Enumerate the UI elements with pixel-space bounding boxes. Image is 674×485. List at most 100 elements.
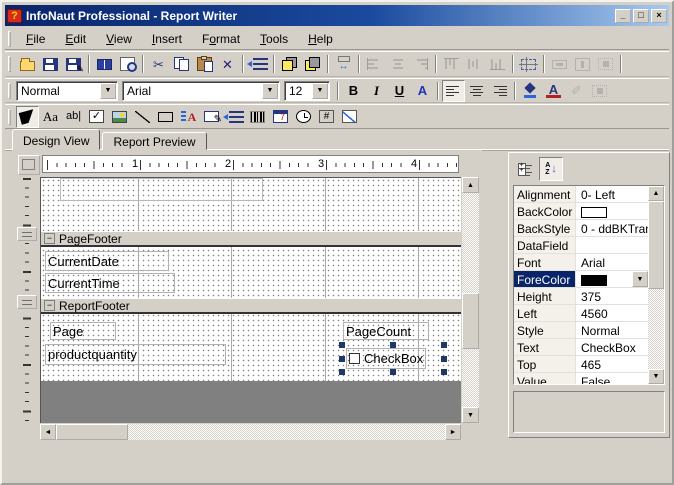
chart-tool-button[interactable] <box>338 106 361 128</box>
value-dropdown-button[interactable]: ▼ <box>632 271 648 287</box>
toolbar-grip[interactable] <box>8 82 11 99</box>
menu-item-tools[interactable]: Tools <box>250 30 298 48</box>
selection-handle[interactable] <box>339 355 345 362</box>
property-row-value[interactable]: Value False <box>514 373 648 384</box>
property-row-top[interactable]: Top 465 <box>514 356 648 373</box>
font-size-combo[interactable]: 12 ▼ <box>284 80 330 101</box>
align-text-left-button[interactable] <box>442 79 465 102</box>
property-row-alignment[interactable]: Alignment 0- Left <box>514 186 648 203</box>
horizontal-scrollbar-thumb[interactable] <box>56 424 128 440</box>
paste-button[interactable] <box>193 53 216 75</box>
menu-item-file[interactable]: File <box>16 30 55 48</box>
chevron-down-icon[interactable]: ▼ <box>312 82 328 99</box>
page-number-tool-button[interactable]: # <box>315 106 338 128</box>
label-tool-button[interactable]: Aa <box>39 106 62 128</box>
rectangle-tool-button[interactable] <box>154 106 177 128</box>
image-tool-button[interactable] <box>108 106 131 128</box>
barcode-tool-button[interactable] <box>246 106 269 128</box>
minimize-button[interactable]: _ <box>615 8 631 23</box>
checkbox-tool-button[interactable]: ✓ <box>85 106 108 128</box>
subreport-tool-button[interactable] <box>200 106 223 128</box>
scroll-down-button[interactable]: ▼ <box>462 407 479 423</box>
vertical-scrollbar-thumb[interactable] <box>462 293 479 349</box>
menu-item-help[interactable]: Help <box>298 30 343 48</box>
bold-button[interactable]: B <box>342 80 365 102</box>
property-scrollbar-thumb[interactable] <box>648 201 664 289</box>
scroll-right-button[interactable]: ► <box>445 424 461 440</box>
menu-item-view[interactable]: View <box>96 30 142 48</box>
open-button[interactable] <box>16 53 39 75</box>
richtext-tool-button[interactable]: A <box>177 106 200 128</box>
report-control-page[interactable]: Page <box>50 322 116 340</box>
send-to-back-button[interactable] <box>301 53 324 75</box>
italic-button[interactable]: I <box>365 80 388 102</box>
center-in-section-button[interactable] <box>594 53 617 75</box>
size-same-height-button[interactable] <box>571 53 594 75</box>
calendar-tool-button[interactable]: 7 <box>269 106 292 128</box>
property-row-backcolor[interactable]: BackColor <box>514 203 648 220</box>
reportfooter-section-handle[interactable] <box>17 295 37 309</box>
sort-alphabetic-button[interactable]: A Z ↓ <box>539 157 563 181</box>
categorized-button[interactable] <box>513 157 537 181</box>
align-centers-button[interactable] <box>386 53 409 75</box>
clock-tool-button[interactable] <box>292 106 315 128</box>
vertical-scrollbar[interactable]: ▲ ▼ <box>462 177 479 423</box>
ruler-origin-button[interactable] <box>18 155 40 175</box>
fore-color-button[interactable]: A <box>542 80 565 102</box>
scroll-down-button[interactable]: ▼ <box>648 369 664 384</box>
menu-item-format[interactable]: Format <box>192 30 250 48</box>
report-control-currentdate[interactable]: CurrentDate <box>45 251 169 271</box>
menu-item-edit[interactable]: Edit <box>55 30 96 48</box>
property-row-height[interactable]: Height 375 <box>514 288 648 305</box>
selection-handle[interactable] <box>441 369 447 375</box>
design-canvas[interactable]: − PageFooter CurrentDate CurrentTime − Report… <box>40 177 461 423</box>
align-middles-button[interactable] <box>463 53 486 75</box>
property-row-style[interactable]: Style Normal <box>514 322 648 339</box>
scroll-up-button[interactable]: ▲ <box>462 177 479 193</box>
bring-to-front-button[interactable] <box>278 53 301 75</box>
underline-button[interactable]: U <box>388 80 411 102</box>
toolbar-grip[interactable] <box>8 108 11 125</box>
delete-button[interactable]: ✕ <box>216 53 239 75</box>
font-combo[interactable]: Arial ▼ <box>122 80 280 101</box>
selection-handle[interactable] <box>441 342 447 348</box>
chevron-down-icon[interactable]: ▼ <box>262 82 278 99</box>
title-bar[interactable]: ? InfoNaut Professional - Report Writer … <box>5 5 669 26</box>
selection-handle[interactable] <box>390 342 396 348</box>
tab-design-view[interactable]: Design View <box>12 129 101 150</box>
align-left-edges-button[interactable] <box>363 53 386 75</box>
tab-report-preview[interactable]: Report Preview <box>102 132 207 150</box>
selection-handle[interactable] <box>339 342 345 348</box>
property-row-backstyle[interactable]: BackStyle 0 - ddBKTrans <box>514 220 648 237</box>
selection-handle[interactable] <box>441 355 447 362</box>
horizontal-spacing-button[interactable] <box>332 53 355 75</box>
font-button[interactable]: A <box>411 80 434 102</box>
property-row-font[interactable]: Font Arial <box>514 254 648 271</box>
maximize-button[interactable]: □ <box>633 8 649 23</box>
save-as-button[interactable]: ✎ <box>62 53 85 75</box>
menu-item-insert[interactable]: Insert <box>142 30 192 48</box>
pagefooter-section-handle[interactable] <box>17 227 37 241</box>
textbox-tool-button[interactable]: ab| <box>62 106 85 128</box>
toolbar-grip[interactable] <box>8 56 11 72</box>
print-preview-button[interactable] <box>116 53 139 75</box>
format-painter-button[interactable]: ✐ <box>565 80 588 102</box>
snap-to-grid-button[interactable] <box>517 53 540 75</box>
line-tool-button[interactable] <box>131 106 154 128</box>
data-dictionary-button[interactable] <box>93 53 116 75</box>
copy-button[interactable] <box>170 53 193 75</box>
align-text-right-button[interactable] <box>488 80 511 102</box>
field-list-tool-button[interactable] <box>223 106 246 128</box>
grid-properties-button[interactable] <box>588 80 611 102</box>
property-row-text[interactable]: Text CheckBox <box>514 339 648 356</box>
collapse-section-button[interactable]: − <box>44 233 55 244</box>
selection-handle[interactable] <box>339 369 345 375</box>
save-button[interactable] <box>39 53 62 75</box>
report-control-pagecount[interactable]: PageCount <box>343 322 429 340</box>
report-outline-button[interactable] <box>247 53 270 75</box>
pointer-tool-button[interactable] <box>16 105 39 128</box>
style-combo[interactable]: Normal ▼ <box>16 80 118 101</box>
collapse-section-button[interactable]: − <box>44 300 55 311</box>
align-right-edges-button[interactable] <box>409 53 432 75</box>
property-row-forecolor[interactable]: ForeColor ▼ <box>514 271 648 288</box>
